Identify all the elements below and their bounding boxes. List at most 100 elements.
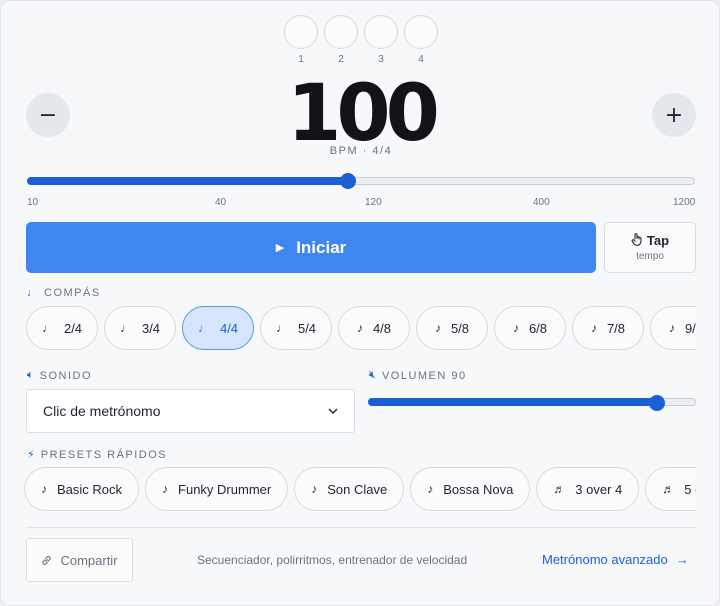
lightning-icon: ⚡︎ — [27, 449, 35, 461]
music-note-icon: ♪ — [41, 482, 47, 496]
preset-bossa-nova[interactable]: ♪ Bossa Nova — [410, 467, 531, 511]
arrow-right-icon: → — [675, 552, 689, 567]
presets-list: ♪ Basic Rock ♪ Funky Drummer ♪ Son Clave ♪ B… — [24, 467, 696, 511]
metronome-panel: 1 2 3 4 − 100 + BPM · 4/4 10 40 120 400 … — [0, 0, 720, 606]
beat-indicators: 1 2 3 4 — [284, 15, 438, 65]
time-signature-options: ♩ 2/4 ♩ 3/4 ♩ 4/4 ♩ 5/4 ♪ 4/8 ♪ 5/8 ♪ 6/8 ♪ 7/8 … — [26, 306, 696, 350]
preset-label: Son Clave — [327, 481, 388, 497]
tempo-slider-fill — [27, 177, 348, 185]
preset-label: Funky Drummer — [178, 481, 272, 497]
time-signature-9-8[interactable]: ♪ 9/8 — [650, 306, 696, 350]
time-signature-4-8[interactable]: ♪ 4/8 — [338, 306, 410, 350]
time-signature-2-4[interactable]: ♩ 2/4 — [26, 306, 98, 350]
start-button[interactable]: ▶ Iniciar — [26, 222, 596, 273]
tap-tempo-title: Tap — [605, 233, 695, 248]
beat-number: 3 — [378, 54, 384, 65]
preset-basic-rock[interactable]: ♪ Basic Rock — [24, 467, 140, 511]
speaker-icon: 🔈︎ — [27, 369, 34, 381]
tap-sublabel: tempo — [636, 251, 664, 262]
beat-number: 4 — [418, 54, 424, 65]
sound-selected-value: Clic de metrónomo — [43, 403, 161, 419]
tempo-slider[interactable] — [27, 173, 695, 189]
chip-label: 2/4 — [63, 320, 83, 336]
start-button-label: Iniciar — [296, 237, 347, 257]
music-note-icon: ♪ — [162, 482, 169, 496]
chip-label: 9/8 — [684, 320, 696, 336]
preset-label: Basic Rock — [57, 481, 123, 497]
beat-indicator: 2 — [324, 15, 358, 65]
beat-indicator: 4 — [404, 15, 438, 65]
tap-label: Tap — [646, 233, 670, 248]
tempo-tick: 400 — [533, 197, 550, 208]
sound-select[interactable]: Clic de metrónomo — [26, 389, 355, 433]
tempo-tick: 1200 — [673, 197, 696, 208]
eighth-note-icon: ♪ — [512, 321, 519, 335]
eighth-note-icon: ♪ — [434, 321, 441, 335]
preset-son-clave[interactable]: ♪ Son Clave — [294, 467, 405, 511]
time-signature-section-label: ♩ COMPÁS — [27, 287, 101, 299]
chip-label: 4/4 — [219, 320, 239, 336]
beat-circle — [284, 15, 318, 49]
volume-section-label: 🔇︎ VOLUMEN 90 — [369, 369, 467, 382]
music-note-icon: ♪ — [427, 482, 434, 496]
time-signature-3-4[interactable]: ♩ 3/4 — [104, 306, 176, 350]
preset-3-over-4[interactable]: ♬ 3 over 4 — [536, 467, 640, 511]
time-signature-5-4[interactable]: ♩ 5/4 — [260, 306, 332, 350]
footer-description: Secuenciador, polirritmos, entrenador de… — [197, 553, 468, 567]
beat-circle — [324, 15, 358, 49]
polyrhythm-icon: ♬ — [553, 482, 566, 496]
music-note-icon: ♪ — [311, 482, 318, 496]
increase-tempo-button[interactable]: + — [652, 93, 696, 137]
volume-slider[interactable] — [368, 395, 696, 411]
quarter-note-icon: ♩ — [119, 321, 132, 335]
polyrhythm-icon: ♬ — [662, 482, 675, 496]
volume-slider-thumb[interactable] — [648, 395, 665, 411]
preset-5-over-4[interactable]: ♬ 5 over 4 — [645, 467, 696, 511]
time-signature-heading: COMPÁS — [44, 287, 101, 299]
chip-label: 7/8 — [606, 320, 626, 336]
time-signature-7-8[interactable]: ♪ 7/8 — [572, 306, 644, 350]
tempo-tick: 40 — [215, 197, 227, 208]
sound-section-label: 🔈︎ SONIDO — [27, 369, 92, 382]
beat-circle — [404, 15, 438, 49]
beat-number: 1 — [298, 54, 304, 65]
tap-tempo-button[interactable]: Tap tempo — [604, 222, 696, 273]
volume-slider-fill — [368, 398, 657, 406]
tempo-tick: 120 — [365, 197, 382, 208]
volume-heading: VOLUMEN 90 — [381, 369, 467, 382]
quarter-note-icon: ♩ — [41, 321, 54, 335]
beat-number: 2 — [338, 54, 344, 65]
tempo-slider-thumb[interactable] — [339, 173, 356, 189]
tempo-tick: 10 — [27, 197, 39, 208]
music-note-icon: ♩ — [27, 287, 38, 299]
eighth-note-icon: ♪ — [590, 321, 597, 335]
link-icon — [42, 555, 52, 565]
eighth-note-icon: ♪ — [356, 321, 363, 335]
chip-label: 4/8 — [372, 320, 392, 336]
chip-label: 5/4 — [297, 320, 317, 336]
tempo-scale: 10 40 120 400 1200 — [27, 197, 695, 211]
preset-funky-drummer[interactable]: ♪ Funky Drummer — [145, 467, 289, 511]
sound-heading: SONIDO — [39, 369, 93, 382]
chip-label: 3/4 — [141, 320, 161, 336]
time-signature-6-8[interactable]: ♪ 6/8 — [494, 306, 566, 350]
time-signature-4-4-selected[interactable]: ♩ 4/4 — [182, 306, 254, 350]
quarter-note-icon: ♩ — [275, 321, 288, 335]
bpm-subtitle: BPM · 4/4 — [329, 145, 393, 157]
presets-section-label: ⚡︎ PRESETS RÁPIDOS — [27, 448, 167, 462]
chevron-down-icon — [328, 408, 338, 414]
share-label: Compartir — [60, 552, 118, 568]
eighth-note-icon: ♪ — [668, 321, 675, 335]
beat-circle — [364, 15, 398, 49]
preset-label: Bossa Nova — [443, 481, 514, 497]
share-button[interactable]: Compartir — [26, 538, 133, 582]
beat-indicator: 3 — [364, 15, 398, 65]
advanced-link-label: Metrónomo avanzado — [542, 552, 668, 567]
hand-pointer-icon — [631, 233, 642, 246]
time-signature-5-8[interactable]: ♪ 5/8 — [416, 306, 488, 350]
preset-label: 5 over 4 — [684, 481, 696, 497]
quarter-note-icon: ♩ — [197, 321, 210, 335]
preset-label: 3 over 4 — [575, 481, 623, 497]
advanced-metronome-link[interactable]: Metrónomo avanzado → — [542, 552, 689, 567]
mute-speaker-icon: 🔇︎ — [369, 369, 376, 381]
